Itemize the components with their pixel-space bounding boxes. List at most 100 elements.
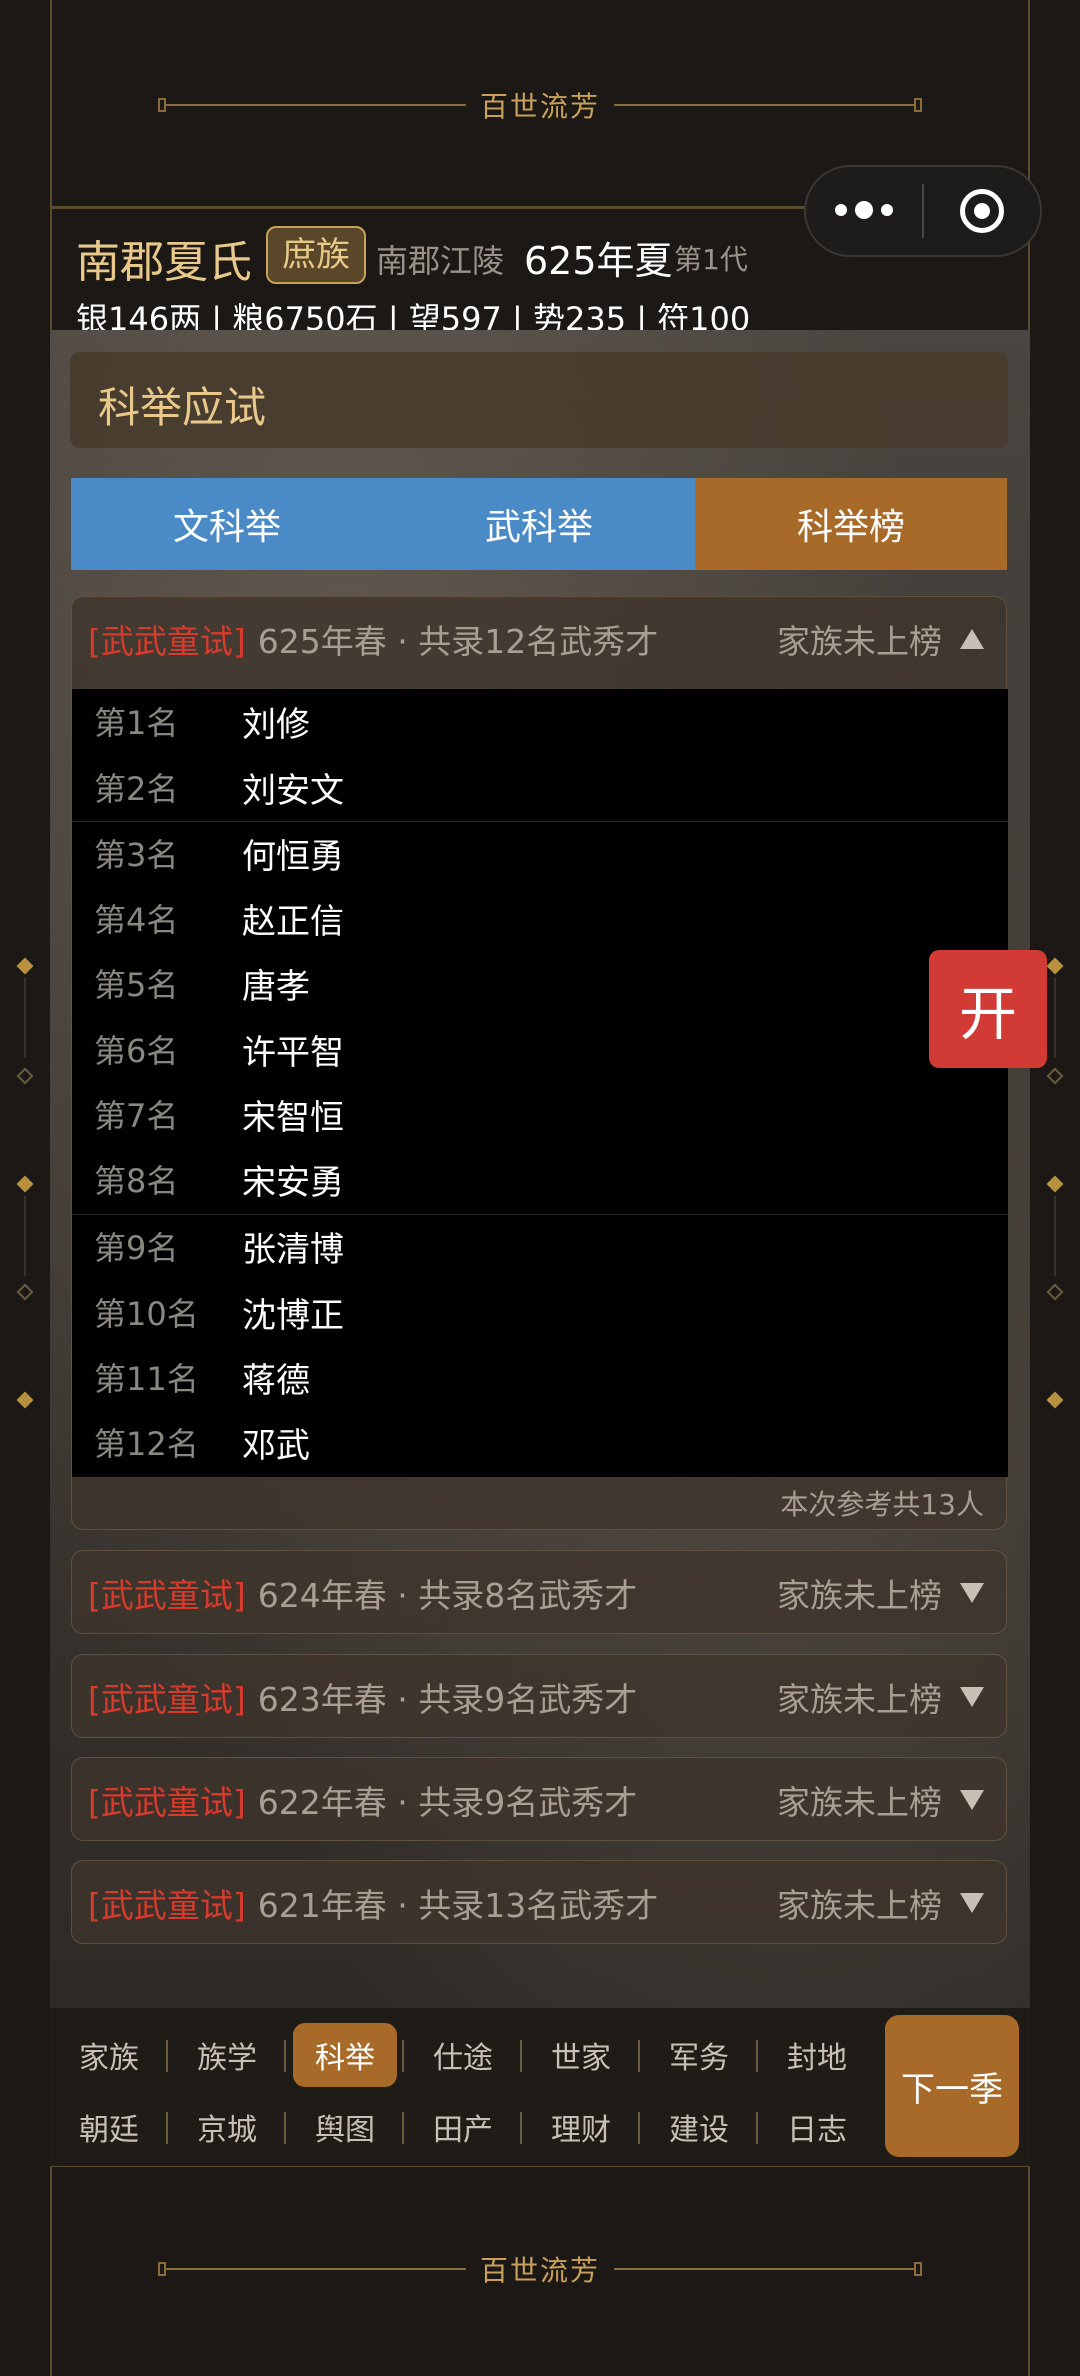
collapse-arrow-icon[interactable] [960, 629, 984, 649]
exam-result-header[interactable]: [武武童试] 622年春 · 共录9名武秀才 家族未上榜 [72, 1758, 1006, 1842]
exam-info: 622年春 · 共录9名武秀才 [257, 1783, 638, 1822]
participants-count: 本次参考共13人 [780, 1488, 984, 1521]
nav-item-school[interactable]: 族学 [168, 2020, 286, 2090]
exam-result-card[interactable]: [武武童试] 621年春 · 共录13名武秀才 家族未上榜 [71, 1860, 1007, 1944]
miniprogram-capsule [804, 165, 1042, 257]
family-rank-badge: 庶族 [266, 226, 366, 284]
exam-info: 624年春 · 共录8名武秀才 [257, 1576, 638, 1615]
expand-arrow-icon[interactable] [960, 1583, 984, 1603]
nav-row-2: 朝廷 京城 舆图 田产 理财 建设 日志 [50, 2092, 890, 2162]
ranking-row: 第12名 邓武 [72, 1410, 1008, 1474]
exam-info: 621年春 · 共录13名武秀才 [257, 1886, 659, 1925]
expand-arrow-icon[interactable] [960, 1893, 984, 1913]
candidate-name: 蒋德 [242, 1360, 310, 1401]
rank-number: 第8名 [94, 1162, 179, 1200]
banner-line [165, 2268, 466, 2270]
rank-number: 第5名 [94, 966, 179, 1004]
exam-result-header[interactable]: [武武童试] 623年春 · 共录9名武秀才 家族未上榜 [72, 1655, 1006, 1739]
banner-cap [914, 98, 922, 112]
nav-item-capital[interactable]: 京城 [168, 2092, 286, 2162]
nav-item-clans[interactable]: 世家 [522, 2020, 640, 2090]
section-title: 科举应试 [98, 383, 267, 432]
tab-military-exam[interactable]: 武科举 [383, 478, 695, 570]
tab-civil-exam[interactable]: 文科举 [71, 478, 383, 570]
banner-cap [157, 98, 166, 112]
nav-item-log[interactable]: 日志 [758, 2092, 876, 2162]
rank-number: 第10名 [94, 1295, 199, 1333]
section-header: 科举应试 [70, 352, 1008, 448]
candidate-name: 沈博正 [242, 1295, 344, 1336]
nav-item-fields[interactable]: 田产 [404, 2092, 522, 2162]
family-location: 南郡江陵 [376, 242, 505, 280]
candidate-name: 邓武 [242, 1425, 310, 1466]
nav-item-build[interactable]: 建设 [640, 2092, 758, 2162]
next-season-button[interactable]: 下一季 [885, 2015, 1019, 2157]
ranking-list: 第1名 刘修 第2名 刘安文 第3名 何恒勇 第4名 赵正信 第5名 唐孝 第6名 许平智 … [72, 689, 1008, 1477]
expand-arrow-icon[interactable] [960, 1687, 984, 1707]
nav-item-fief[interactable]: 封地 [758, 2020, 876, 2090]
exam-tag: [武武童试] [88, 622, 246, 661]
ranking-row: 第1名 刘修 [72, 689, 1008, 753]
game-date: 625年夏 [524, 239, 673, 283]
bottom-banner: 百世流芳 [0, 2214, 1080, 2324]
left-ornament [16, 957, 36, 1410]
generation: 第1代 [674, 243, 748, 276]
tab-exam-results[interactable]: 科举榜 [695, 478, 1007, 570]
candidate-name: 唐孝 [242, 966, 310, 1007]
exam-result-card: [武武童试] 625年春 · 共录12名武秀才 家族未上榜 第1名 刘修 第2名 刘… [71, 596, 1008, 1530]
ranking-row: 第6名 许平智 [72, 1017, 1008, 1081]
open-button[interactable]: 开 [929, 950, 1047, 1068]
rank-number: 第2名 [94, 770, 179, 808]
rank-number: 第9名 [94, 1229, 179, 1267]
candidate-name: 何恒勇 [242, 836, 344, 877]
nav-item-map[interactable]: 舆图 [286, 2092, 404, 2162]
candidate-name: 宋安勇 [242, 1162, 344, 1203]
banner-title: 百世流芳 [479, 2254, 600, 2287]
candidate-name: 宋智恒 [242, 1097, 344, 1138]
exam-result-header[interactable]: [武武童试] 624年春 · 共录8名武秀才 家族未上榜 [72, 1551, 1006, 1635]
rank-number: 第6名 [94, 1032, 179, 1070]
ranking-row: 第9名 张清博 [72, 1214, 1008, 1278]
exam-tag: [武武童试] [88, 1576, 246, 1615]
rank-number: 第12名 [94, 1425, 199, 1463]
exam-result-card[interactable]: [武武童试] 623年春 · 共录9名武秀才 家族未上榜 [71, 1654, 1007, 1738]
rank-number: 第3名 [94, 836, 179, 874]
nav-item-finance[interactable]: 理财 [522, 2092, 640, 2162]
banner-line [614, 104, 914, 106]
exam-info: 623年春 · 共录9名武秀才 [257, 1680, 638, 1719]
ranking-row: 第5名 唐孝 [72, 951, 1008, 1015]
nav-item-career[interactable]: 仕途 [404, 2020, 522, 2090]
exam-result-card[interactable]: [武武童试] 624年春 · 共录8名武秀才 家族未上榜 [71, 1550, 1007, 1634]
exam-tag: [武武童试] [88, 1886, 246, 1925]
family-status: 家族未上榜 [777, 1576, 942, 1615]
candidate-name: 刘修 [242, 704, 310, 745]
exam-result-header[interactable]: [武武童试] 621年春 · 共录13名武秀才 家族未上榜 [72, 1861, 1006, 1945]
more-icon[interactable] [806, 200, 922, 219]
family-status: 家族未上榜 [777, 1886, 942, 1925]
nav-item-family[interactable]: 家族 [50, 2020, 168, 2090]
candidate-name: 刘安文 [242, 770, 344, 811]
right-ornament [1046, 957, 1066, 1410]
candidate-name: 张清博 [242, 1229, 344, 1270]
nav-item-military[interactable]: 军务 [640, 2020, 758, 2090]
banner-line [614, 2268, 914, 2270]
nav-item-court[interactable]: 朝廷 [50, 2092, 168, 2162]
exam-result-header[interactable]: [武武童试] 625年春 · 共录12名武秀才 家族未上榜 [72, 597, 1006, 681]
ranking-row: 第4名 赵正信 [72, 886, 1008, 950]
exam-tabs: 文科举 武科举 科举榜 [71, 478, 1007, 570]
family-status: 家族未上榜 [777, 1680, 942, 1719]
close-target-icon[interactable] [924, 189, 1040, 233]
banner-title: 百世流芳 [479, 90, 600, 123]
expand-arrow-icon[interactable] [960, 1790, 984, 1810]
family-status: 家族未上榜 [777, 622, 942, 661]
family-name: 南郡夏氏 [76, 237, 252, 288]
nav-row-1: 家族 族学 科举 仕途 世家 军务 封地 [50, 2020, 890, 2090]
candidate-name: 赵正信 [242, 901, 344, 942]
ranking-row: 第11名 蒋德 [72, 1345, 1008, 1409]
ranking-row: 第10名 沈博正 [72, 1280, 1008, 1344]
exam-tag: [武武童试] [88, 1680, 246, 1719]
ranking-row: 第8名 宋安勇 [72, 1147, 1008, 1211]
ranking-row: 第7名 宋智恒 [72, 1082, 1008, 1146]
nav-item-exam[interactable]: 科举 [286, 2020, 404, 2090]
exam-result-card[interactable]: [武武童试] 622年春 · 共录9名武秀才 家族未上榜 [71, 1757, 1007, 1841]
